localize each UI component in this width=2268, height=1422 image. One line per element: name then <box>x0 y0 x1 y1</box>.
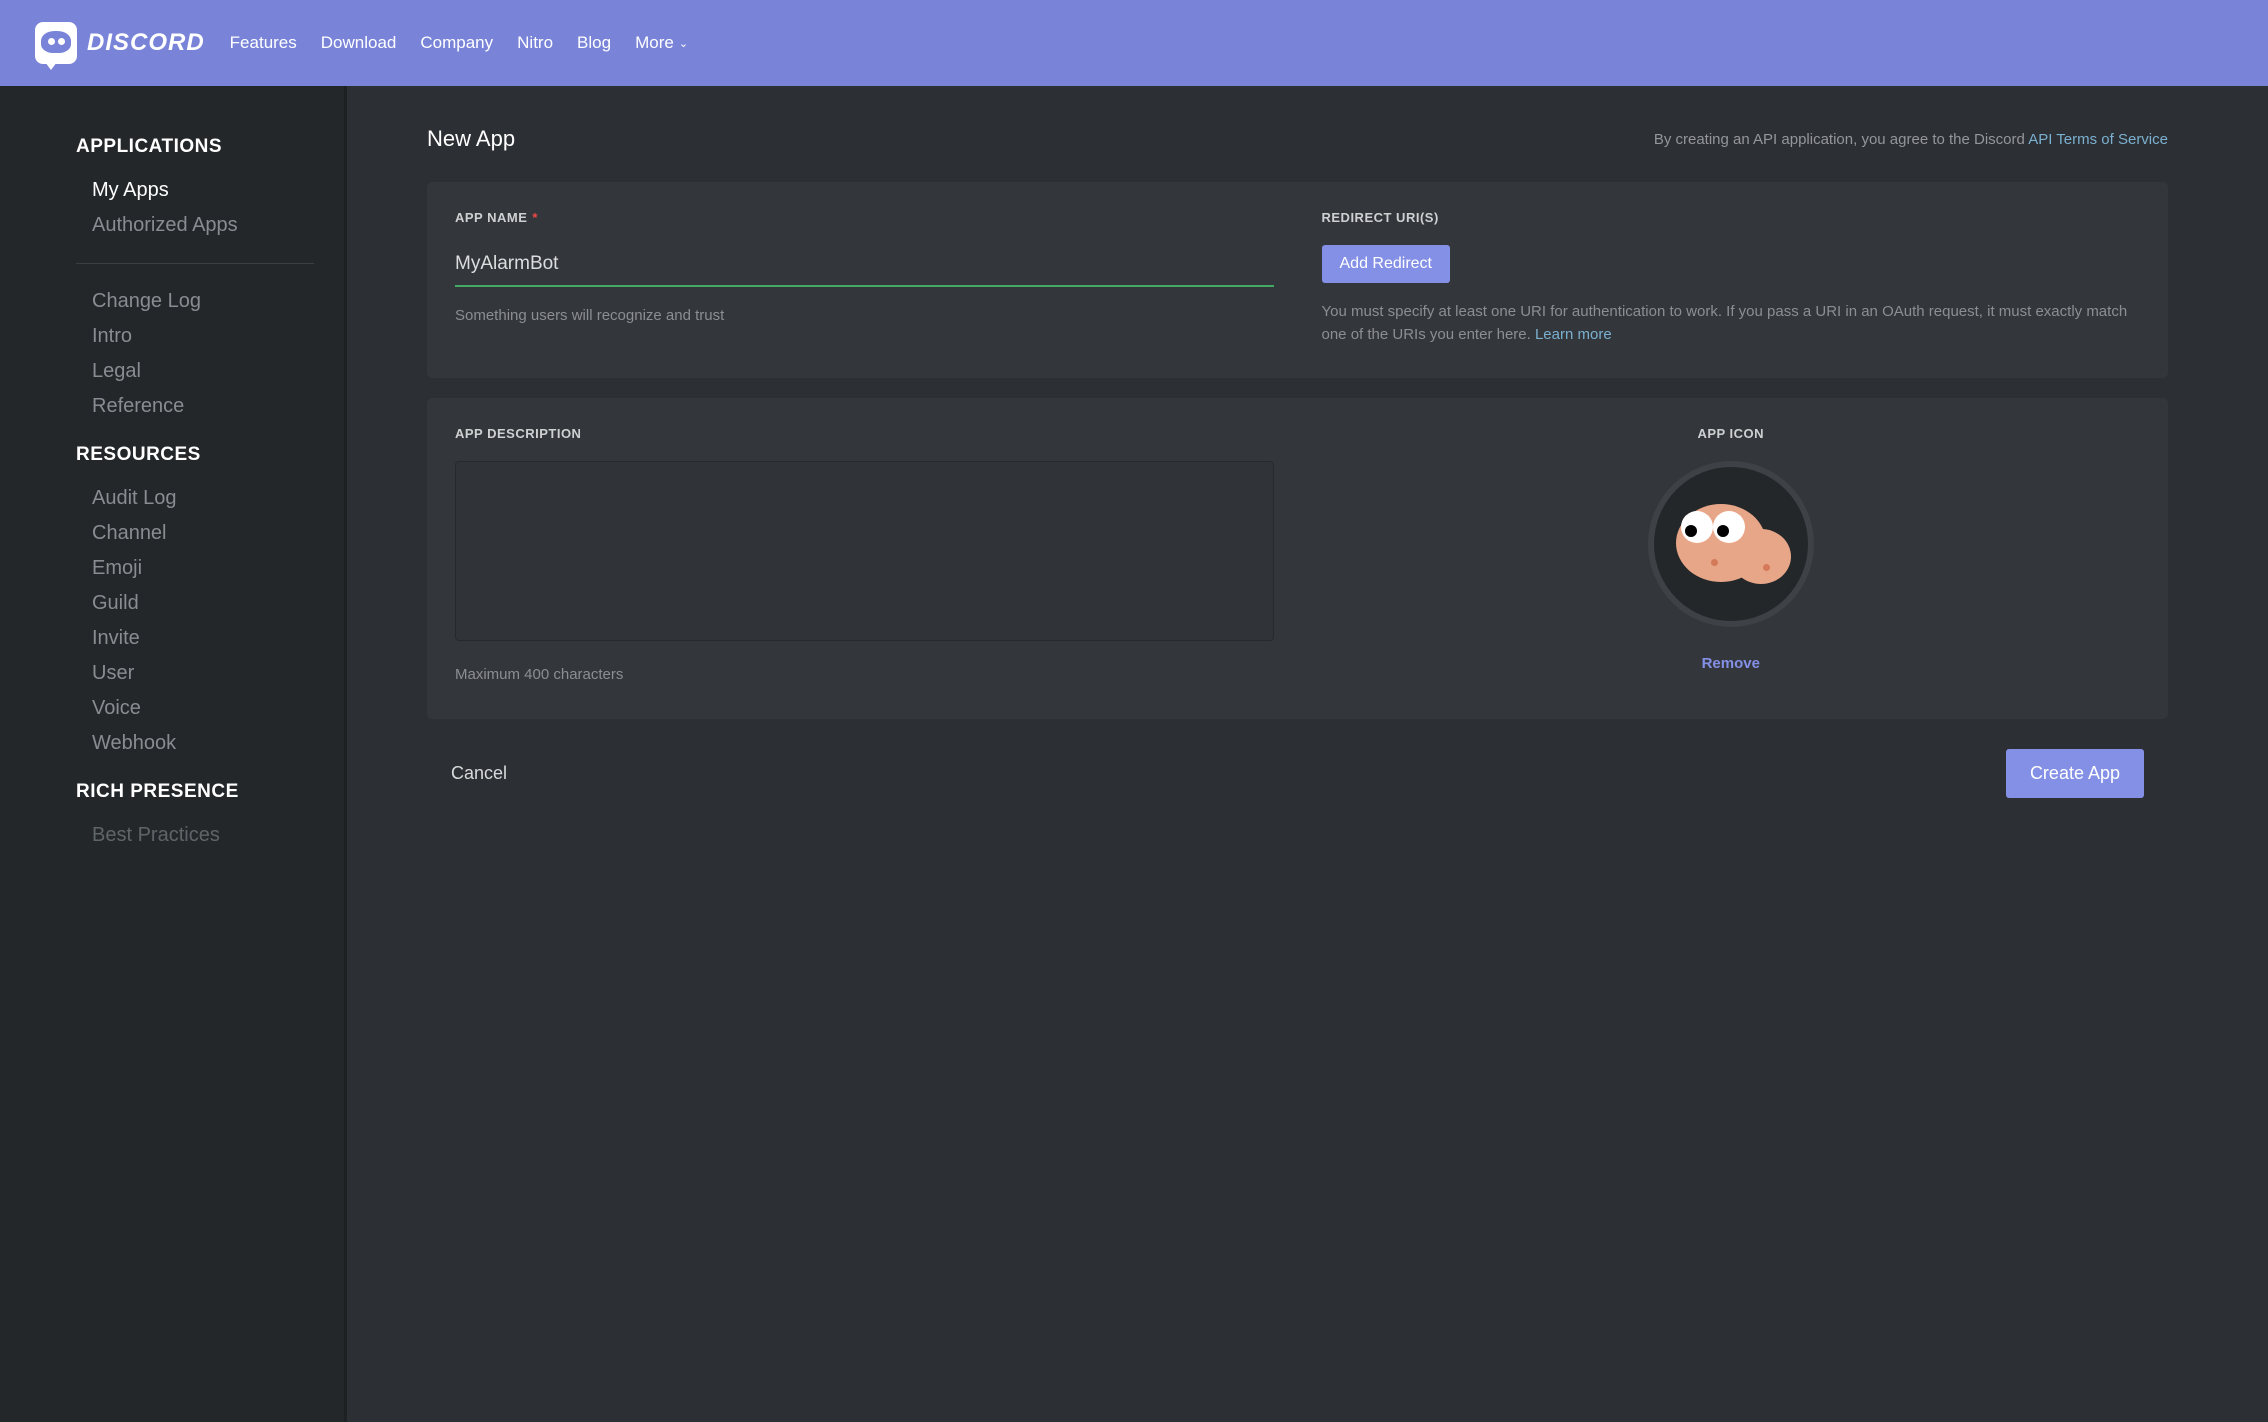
discord-logo-text: DISCORD <box>87 29 205 57</box>
tos-text: By creating an API application, you agre… <box>1654 131 2168 148</box>
nav-more[interactable]: More ⌄ <box>635 33 688 53</box>
sidebar-heading-rich-presence: RICH PRESENCE <box>0 781 344 818</box>
top-nav: DISCORD Features Download Company Nitro … <box>0 0 2268 86</box>
discord-logo-icon <box>35 22 77 64</box>
nav-company[interactable]: Company <box>420 33 493 53</box>
nav-blog[interactable]: Blog <box>577 33 611 53</box>
required-asterisk: * <box>532 210 538 225</box>
sidebar-item-change-log[interactable]: Change Log <box>0 284 344 319</box>
sidebar: APPLICATIONS My Apps Authorized Apps Cha… <box>0 86 347 1422</box>
nav-features[interactable]: Features <box>230 33 297 53</box>
sidebar-heading-applications: APPLICATIONS <box>0 136 344 173</box>
sidebar-heading-resources: RESOURCES <box>0 444 344 481</box>
app-description-textarea[interactable] <box>455 461 1274 641</box>
remove-icon-link[interactable]: Remove <box>1702 655 1760 672</box>
discord-logo[interactable]: DISCORD <box>35 22 205 64</box>
redirect-uri-label: REDIRECT URI(S) <box>1322 210 2141 225</box>
add-redirect-button[interactable]: Add Redirect <box>1322 245 1451 283</box>
sidebar-item-channel[interactable]: Channel <box>0 516 344 551</box>
sidebar-item-best-practices[interactable]: Best Practices <box>0 818 344 853</box>
app-name-helper: Something users will recognize and trust <box>455 305 1274 328</box>
sidebar-item-webhook[interactable]: Webhook <box>0 726 344 761</box>
sidebar-item-voice[interactable]: Voice <box>0 691 344 726</box>
app-name-input[interactable] <box>455 245 1274 287</box>
card-description-icon: APP DESCRIPTION Maximum 400 characters A… <box>427 398 2168 719</box>
page-title: New App <box>427 126 515 152</box>
sidebar-item-audit-log[interactable]: Audit Log <box>0 481 344 516</box>
sidebar-divider <box>76 263 314 264</box>
app-description-label: APP DESCRIPTION <box>455 426 1274 441</box>
sidebar-item-intro[interactable]: Intro <box>0 319 344 354</box>
sidebar-item-authorized-apps[interactable]: Authorized Apps <box>0 208 344 243</box>
app-description-helper: Maximum 400 characters <box>455 664 1274 687</box>
app-name-label: APP NAME * <box>455 210 1274 225</box>
sidebar-item-reference[interactable]: Reference <box>0 389 344 424</box>
chevron-down-icon: ⌄ <box>679 37 688 50</box>
sidebar-item-invite[interactable]: Invite <box>0 621 344 656</box>
footer-actions: Cancel Create App <box>427 749 2168 798</box>
sidebar-item-legal[interactable]: Legal <box>0 354 344 389</box>
learn-more-link[interactable]: Learn more <box>1535 326 1612 343</box>
tos-link[interactable]: API Terms of Service <box>2028 131 2168 148</box>
nav-nitro[interactable]: Nitro <box>517 33 553 53</box>
app-icon-image <box>1671 499 1791 589</box>
sidebar-item-emoji[interactable]: Emoji <box>0 551 344 586</box>
nav-download[interactable]: Download <box>321 33 397 53</box>
nav-more-label: More <box>635 33 674 53</box>
card-basic-info: APP NAME * Something users will recogniz… <box>427 182 2168 378</box>
sidebar-item-user[interactable]: User <box>0 656 344 691</box>
sidebar-item-guild[interactable]: Guild <box>0 586 344 621</box>
cancel-button[interactable]: Cancel <box>451 763 507 784</box>
redirect-helper: You must specify at least one URI for au… <box>1322 301 2141 346</box>
create-app-button[interactable]: Create App <box>2006 749 2144 798</box>
nav-links: Features Download Company Nitro Blog Mor… <box>230 33 688 53</box>
tos-prefix: By creating an API application, you agre… <box>1654 131 2028 148</box>
sidebar-item-my-apps[interactable]: My Apps <box>0 173 344 208</box>
main-content: New App By creating an API application, … <box>347 86 2268 1422</box>
page-header: New App By creating an API application, … <box>427 126 2168 152</box>
app-icon-label: APP ICON <box>1697 426 1764 441</box>
app-icon-preview[interactable] <box>1648 461 1814 627</box>
